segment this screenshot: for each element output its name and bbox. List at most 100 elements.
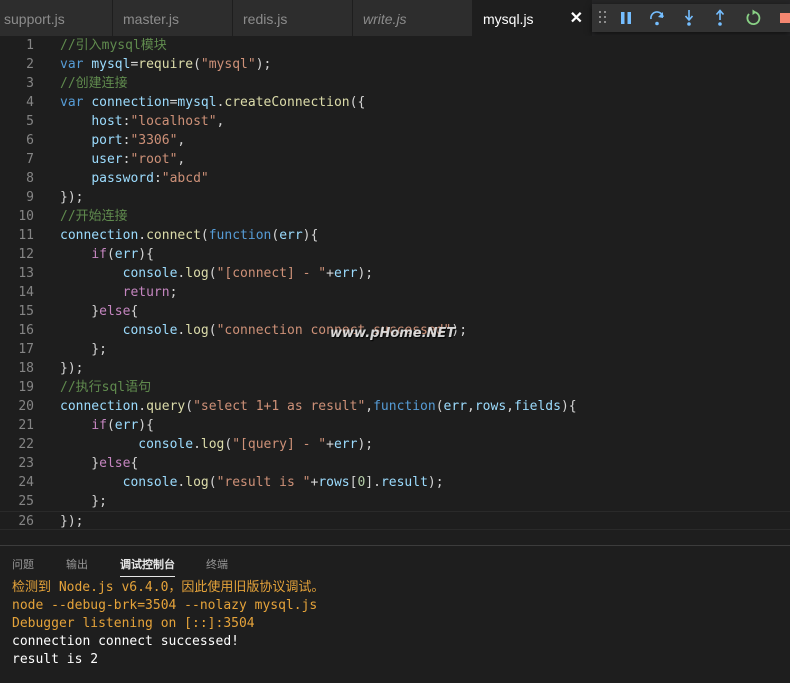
code-token: ( xyxy=(185,399,194,414)
code-token: console xyxy=(138,437,194,452)
code-line[interactable]: 3 //创建连接 xyxy=(0,74,790,93)
code-token: ( xyxy=(106,418,115,433)
code-token: . xyxy=(138,399,147,414)
code-token: connect xyxy=(146,228,201,243)
tab-support-js[interactable]: support.js xyxy=(0,0,113,36)
code-text: return; xyxy=(60,283,178,302)
code-line[interactable]: 19 //执行sql语句 xyxy=(0,378,790,397)
restart-icon[interactable] xyxy=(743,8,763,28)
code-token: , xyxy=(177,133,186,148)
code-token: err xyxy=(279,228,303,243)
code-line[interactable]: 2 var mysql=require("mysql"); xyxy=(0,55,790,74)
close-icon[interactable]: ✕ xyxy=(570,0,583,38)
code-line[interactable]: 8 password:"abcd" xyxy=(0,169,790,188)
code-line[interactable]: 15 }else{ xyxy=(0,302,790,321)
tab-label: redis.js xyxy=(243,11,288,27)
drag-handle-icon[interactable] xyxy=(599,11,607,25)
code-line[interactable]: 22 console.log("[query] - "+err); xyxy=(0,435,790,454)
code-token: user xyxy=(91,152,123,167)
code-line[interactable]: 23 }else{ xyxy=(0,454,790,473)
code-text: var mysql=require("mysql"); xyxy=(60,55,271,74)
code-token: else xyxy=(99,304,131,319)
step-out-icon[interactable] xyxy=(710,8,730,28)
code-editor[interactable]: 1 //引入mysql模块 2 var mysql=require("mysql");… xyxy=(0,36,790,530)
code-text: port:"3306", xyxy=(60,131,185,150)
code-token: //执行sql语句 xyxy=(60,380,152,395)
code-token: err xyxy=(333,437,358,452)
tab-label: master.js xyxy=(123,11,180,27)
code-line[interactable]: 14 return; xyxy=(0,283,790,302)
code-token: log xyxy=(185,323,209,338)
code-token: function xyxy=(373,399,436,414)
code-line[interactable]: 11 connection.connect(function(err){ xyxy=(0,226,790,245)
code-line[interactable]: 1 //引入mysql模块 xyxy=(0,36,790,55)
console-line: connection connect successed! xyxy=(12,634,239,649)
tab-mysql-js[interactable]: mysql.js ✕ xyxy=(473,0,592,36)
code-token: log xyxy=(185,266,209,281)
code-line[interactable]: 5 host:"localhost", xyxy=(0,112,790,131)
code-text: }); xyxy=(60,188,83,207)
code-token: , xyxy=(216,114,225,129)
code-line[interactable]: 18}); xyxy=(0,359,790,378)
code-text: }; xyxy=(60,492,107,511)
code-token: "mysql" xyxy=(200,57,256,72)
tab-redis-js[interactable]: redis.js xyxy=(233,0,353,36)
code-line[interactable]: 17 }; xyxy=(0,340,790,359)
code-line[interactable]: 13 console.log("[connect] - "+err); xyxy=(0,264,790,283)
code-text: }; xyxy=(60,340,107,359)
console-line: node --debug-brk=3504 --nolazy mysql.js xyxy=(12,598,318,613)
tab-debug-console[interactable]: 调试控制台 xyxy=(120,556,175,577)
code-token: }); xyxy=(60,514,84,529)
line-number: 4 xyxy=(26,95,34,110)
line-number: 14 xyxy=(18,285,34,300)
line-number: 23 xyxy=(18,456,34,471)
code-line[interactable]: 24 console.log("result is "+rows[0].resu… xyxy=(0,473,790,492)
tab-label: write.js xyxy=(363,11,407,27)
code-line[interactable]: 4 var connection=mysql.createConnection({ xyxy=(0,93,790,112)
code-token: "3306" xyxy=(130,133,178,148)
code-text: if(err){ xyxy=(60,245,154,264)
code-token: ){ xyxy=(560,399,577,414)
code-token: ){ xyxy=(138,418,154,433)
line-number: 13 xyxy=(18,266,34,281)
line-number: 20 xyxy=(18,399,34,414)
tab-master-js[interactable]: master.js xyxy=(113,0,233,36)
line-number: 19 xyxy=(18,380,34,395)
code-token: host xyxy=(91,114,123,129)
code-token: } xyxy=(60,304,100,319)
line-number: 11 xyxy=(18,228,34,243)
code-token: ){ xyxy=(138,247,154,262)
code-token: { xyxy=(130,304,139,319)
code-line[interactable]: 26}); xyxy=(0,511,790,530)
code-line[interactable]: 10 //开始连接 xyxy=(0,207,790,226)
code-text: connection.query("select 1+1 as result",… xyxy=(60,397,577,416)
pause-icon[interactable] xyxy=(616,8,636,28)
code-line[interactable]: 21 if(err){ xyxy=(0,416,790,435)
code-token: "localhost" xyxy=(130,114,217,129)
tab-problems[interactable]: 问题 xyxy=(12,556,34,572)
code-line[interactable]: 25 }; xyxy=(0,492,790,511)
code-line[interactable]: 20 connection.query("select 1+1 as result… xyxy=(0,397,790,416)
code-text: console.log("[query] - "+err); xyxy=(60,435,373,454)
code-token: . xyxy=(138,228,147,243)
step-over-icon[interactable] xyxy=(647,8,667,28)
code-token: + xyxy=(326,266,334,281)
code-token: "select 1+1 as result" xyxy=(193,399,366,414)
tab-terminal[interactable]: 终端 xyxy=(206,556,228,572)
code-token: createConnection xyxy=(224,95,350,110)
code-text: //引入mysql模块 xyxy=(60,36,167,55)
code-line[interactable]: 7 user:"root", xyxy=(0,150,790,169)
debug-toolbar xyxy=(592,4,790,32)
step-into-icon[interactable] xyxy=(679,8,699,28)
code-line[interactable]: 12 if(err){ xyxy=(0,245,790,264)
code-token: ){ xyxy=(302,228,319,243)
code-line[interactable]: 9}); xyxy=(0,188,790,207)
code-line[interactable]: 6 port:"3306", xyxy=(0,131,790,150)
tab-output[interactable]: 输出 xyxy=(66,556,88,572)
stop-icon[interactable] xyxy=(776,8,790,28)
tab-write-js[interactable]: write.js xyxy=(353,0,473,36)
code-token: //创建连接 xyxy=(60,76,128,91)
